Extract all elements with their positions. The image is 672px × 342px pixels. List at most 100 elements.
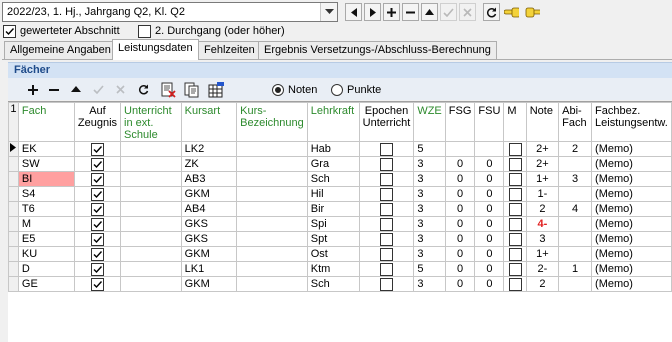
cell-epochen[interactable] <box>358 231 415 247</box>
column-header-auf-zeugnis[interactable]: Auf Zeugnis <box>73 102 122 142</box>
cell-m[interactable] <box>503 261 527 277</box>
cell-abi-fach[interactable] <box>558 246 593 262</box>
cell-abi-fach[interactable] <box>558 231 593 247</box>
cell-abi-fach[interactable] <box>558 276 593 292</box>
durchgang-checkbox[interactable] <box>138 25 151 38</box>
cell-note[interactable]: 1+ <box>525 246 560 262</box>
table-row[interactable]: GE GKM Sch 3 0 0 2 (Memo) <box>8 276 672 292</box>
m-checkbox[interactable] <box>508 202 522 216</box>
cell-kursart[interactable]: GKM <box>180 246 238 262</box>
cell-epochen[interactable] <box>358 276 415 292</box>
confirm-button[interactable] <box>440 3 457 21</box>
cell-wze[interactable]: 3 <box>413 186 446 202</box>
cell-auf-zeugnis[interactable] <box>73 186 122 202</box>
column-header-lehrkraft[interactable]: Lehrkraft <box>306 102 360 142</box>
cell-leistungsentw[interactable]: (Memo) <box>591 156 672 172</box>
cell-abi-fach[interactable]: 2 <box>558 141 593 157</box>
cell-lehrkraft[interactable]: Ost <box>306 246 360 262</box>
m-checkbox[interactable] <box>508 262 522 276</box>
cell-lehrkraft[interactable]: Hab <box>306 141 360 157</box>
cell-fsg[interactable]: 0 <box>444 246 476 262</box>
cell-fsg[interactable]: 0 <box>444 201 476 217</box>
row-indicator[interactable] <box>8 231 19 247</box>
column-header-fach[interactable]: Fach <box>17 102 75 142</box>
zeugnis-checkbox[interactable] <box>90 142 104 156</box>
table-row[interactable]: D LK1 Ktm 5 0 0 2- 1 (Memo) <box>8 261 672 277</box>
grid-up-button[interactable] <box>66 80 86 99</box>
epochen-checkbox[interactable] <box>379 262 393 276</box>
cell-epochen[interactable] <box>358 156 415 172</box>
cell-epochen[interactable] <box>358 141 415 157</box>
cell-auf-zeugnis[interactable] <box>73 246 122 262</box>
cell-auf-zeugnis[interactable] <box>73 141 122 157</box>
cell-wze[interactable]: 3 <box>413 216 446 232</box>
grid-add-button[interactable] <box>23 80 43 99</box>
table-row[interactable]: SW ZK Gra 3 0 0 2+ (Memo) <box>8 156 672 172</box>
column-header-fsu[interactable]: FSU <box>474 102 505 142</box>
row-indicator[interactable] <box>8 276 19 292</box>
cell-kursart[interactable]: GKM <box>180 186 238 202</box>
column-header-leistungsentw[interactable]: Fachbez. Leistungsentw. <box>591 102 672 142</box>
zeugnis-checkbox[interactable] <box>90 202 104 216</box>
cell-kurs-bezeichnung[interactable] <box>236 156 308 172</box>
cell-fsg[interactable]: 0 <box>444 231 476 247</box>
epochen-checkbox[interactable] <box>379 172 393 186</box>
cell-fsu[interactable]: 0 <box>474 171 505 187</box>
cell-kurs-bezeichnung[interactable] <box>236 171 308 187</box>
cell-wze[interactable]: 5 <box>413 261 446 277</box>
row-indicator[interactable] <box>8 261 19 277</box>
cell-ext-schule[interactable] <box>120 276 182 292</box>
cell-wze[interactable]: 3 <box>413 276 446 292</box>
cell-kursart[interactable]: LK1 <box>180 261 238 277</box>
zeugnis-checkbox[interactable] <box>90 172 104 186</box>
cell-wze[interactable]: 3 <box>413 156 446 172</box>
cell-fach[interactable]: D <box>17 261 75 277</box>
cell-ext-schule[interactable] <box>120 216 182 232</box>
cell-fach[interactable]: M <box>17 216 75 232</box>
column-header-ext-schule[interactable]: Unterricht in ext. Schule <box>120 102 182 142</box>
m-checkbox[interactable] <box>508 277 522 291</box>
cell-auf-zeugnis[interactable] <box>73 231 122 247</box>
m-checkbox[interactable] <box>508 157 522 171</box>
cell-lehrkraft[interactable]: Spi <box>306 216 360 232</box>
cell-epochen[interactable] <box>358 186 415 202</box>
cell-abi-fach[interactable]: 1 <box>558 261 593 277</box>
grid-copy-doc-button[interactable] <box>182 80 202 99</box>
cell-fsu[interactable] <box>474 141 505 157</box>
m-checkbox[interactable] <box>508 232 522 246</box>
cell-leistungsentw[interactable]: (Memo) <box>591 261 672 277</box>
cell-note[interactable]: 2 <box>525 201 560 217</box>
row-indicator[interactable] <box>8 171 19 187</box>
cell-kurs-bezeichnung[interactable] <box>236 216 308 232</box>
cell-abi-fach[interactable] <box>558 156 593 172</box>
cell-fsu[interactable]: 0 <box>474 231 505 247</box>
grid-confirm-button[interactable] <box>88 80 108 99</box>
cell-abi-fach[interactable] <box>558 186 593 202</box>
cell-epochen[interactable] <box>358 201 415 217</box>
cell-wze[interactable]: 3 <box>413 201 446 217</box>
cell-lehrkraft[interactable]: Hil <box>306 186 360 202</box>
cell-fach[interactable]: E5 <box>17 231 75 247</box>
cell-leistungsentw[interactable]: (Memo) <box>591 141 672 157</box>
cell-fsg[interactable]: 0 <box>444 156 476 172</box>
cell-kurs-bezeichnung[interactable] <box>236 201 308 217</box>
zeugnis-checkbox[interactable] <box>90 157 104 171</box>
cell-fsu[interactable]: 0 <box>474 156 505 172</box>
cell-kursart[interactable]: GKS <box>180 231 238 247</box>
zeugnis-checkbox[interactable] <box>90 247 104 261</box>
cell-lehrkraft[interactable]: Sch <box>306 171 360 187</box>
column-header-fsg[interactable]: FSG <box>444 102 476 142</box>
cell-ext-schule[interactable] <box>120 231 182 247</box>
cell-wze[interactable]: 3 <box>413 171 446 187</box>
zeugnis-checkbox[interactable] <box>90 262 104 276</box>
cell-lehrkraft[interactable]: Sch <box>306 276 360 292</box>
cell-m[interactable] <box>503 186 527 202</box>
table-row[interactable]: EK LK2 Hab 5 2+ 2 (Memo) <box>8 141 672 157</box>
epochen-checkbox[interactable] <box>379 187 393 201</box>
cell-auf-zeugnis[interactable] <box>73 216 122 232</box>
cell-fach[interactable]: KU <box>17 246 75 262</box>
tab-ergebnis[interactable]: Ergebnis Versetzungs-/Abschluss-Berechnu… <box>258 41 497 59</box>
cell-leistungsentw[interactable]: (Memo) <box>591 276 672 292</box>
row-indicator[interactable] <box>8 141 19 157</box>
epochen-checkbox[interactable] <box>379 217 393 231</box>
